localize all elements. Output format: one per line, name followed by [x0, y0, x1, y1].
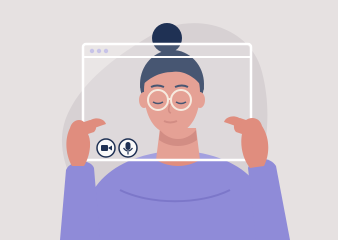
- window-dot-3: [103, 48, 109, 54]
- microphone-control-button[interactable]: [118, 138, 138, 158]
- window-dot-2: [96, 48, 102, 54]
- left-sleeve: [60, 161, 100, 240]
- illustration-scene: [0, 0, 338, 240]
- video-call-illustration: [60, 23, 290, 240]
- window-dot-1: [89, 48, 95, 54]
- camera-control-button[interactable]: [96, 138, 116, 158]
